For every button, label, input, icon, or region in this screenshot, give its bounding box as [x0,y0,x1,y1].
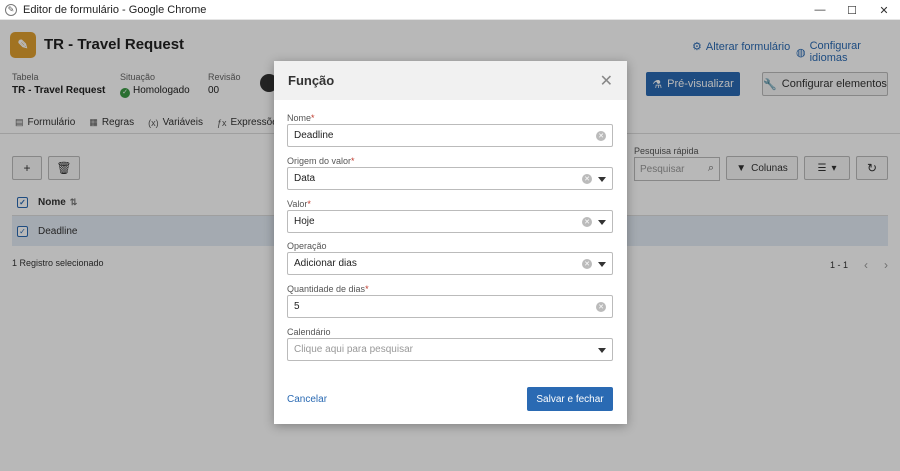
chevron-down-icon[interactable] [598,348,606,353]
nome-field: Nome* Deadline ✕ [287,113,613,147]
operacao-value: Adicionar dias [294,258,357,269]
operacao-label: Operação [287,241,327,251]
required-marker: * [351,156,355,166]
save-and-close-button[interactable]: Salvar e fechar [527,387,613,411]
required-marker: * [365,284,369,294]
operacao-field: Operação Adicionar dias ✕ [287,241,613,275]
nome-value: Deadline [294,130,334,141]
chrome-app-icon: ✎ [5,3,17,16]
quantidade-input[interactable]: 5 ✕ [287,295,613,318]
origem-label: Origem do valor [287,156,352,166]
origem-select[interactable]: Data ✕ [287,167,613,190]
quantidade-value: 5 [294,301,300,312]
valor-value: Hoje [294,216,315,227]
chevron-down-icon[interactable] [598,177,606,182]
calendario-field: Calendário Clique aqui para pesquisar [287,327,613,361]
maximize-icon[interactable]: ☐ [836,0,868,20]
dialog-title: Função [288,73,335,88]
valor-label: Valor [287,199,308,209]
chevron-down-icon[interactable] [598,220,606,225]
nome-label: Nome [287,113,312,123]
clear-icon[interactable]: ✕ [596,302,606,312]
calendario-select[interactable]: Clique aqui para pesquisar [287,338,613,361]
clear-icon[interactable]: ✕ [582,217,592,227]
cancel-button[interactable]: Cancelar [287,394,327,405]
function-dialog: Função ✕ Nome* Deadline ✕ Origem do valo… [274,61,627,424]
operacao-select[interactable]: Adicionar dias ✕ [287,252,613,275]
minimize-icon[interactable]: — [804,0,836,20]
required-marker: * [311,113,315,123]
origem-field: Origem do valor* Data ✕ [287,156,613,190]
close-icon[interactable]: ✕ [600,71,613,91]
quantidade-label: Quantidade de dias [287,284,366,294]
dialog-header: Função ✕ [274,61,627,100]
clear-icon[interactable]: ✕ [596,131,606,141]
calendario-placeholder: Clique aqui para pesquisar [294,344,413,355]
calendario-label: Calendário [287,327,331,337]
nome-input[interactable]: Deadline ✕ [287,124,613,147]
close-window-icon[interactable]: ✕ [868,0,900,20]
clear-icon[interactable]: ✕ [582,259,592,269]
valor-field: Valor* Hoje ✕ [287,199,613,233]
quantidade-field: Quantidade de dias* 5 ✕ [287,284,613,318]
window-titlebar: ✎ Editor de formulário - Google Chrome —… [0,0,900,20]
required-marker: * [307,199,311,209]
window-title: Editor de formulário - Google Chrome [23,3,207,16]
origem-value: Data [294,173,316,184]
clear-icon[interactable]: ✕ [582,174,592,184]
window-controls: — ☐ ✕ [804,0,900,20]
valor-select[interactable]: Hoje ✕ [287,210,613,233]
chevron-down-icon[interactable] [598,262,606,267]
